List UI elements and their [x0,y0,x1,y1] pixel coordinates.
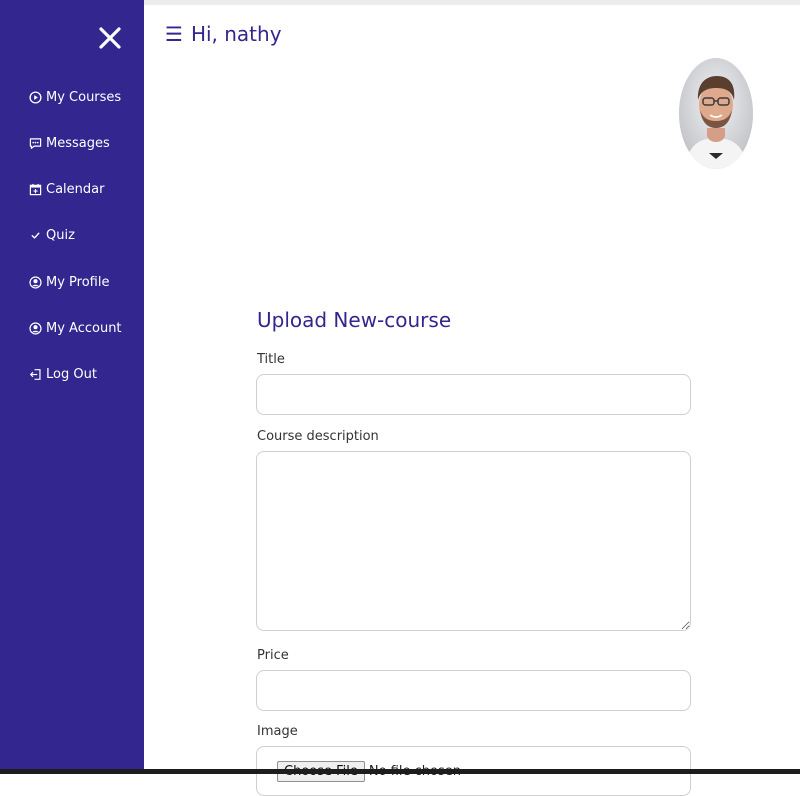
sidebar-item-quiz[interactable]: Quiz [28,225,122,247]
sidebar: My Courses Messages Calendar Quiz My Pro… [0,0,144,774]
sidebar-nav: My Courses Messages Calendar Quiz My Pro… [28,86,122,410]
close-icon[interactable] [96,24,124,52]
sidebar-item-label: Messages [46,135,110,151]
greeting-text: Hi, nathy [190,22,282,46]
menu-icon[interactable]: ☰ [165,22,183,46]
play-circle-icon [28,90,42,104]
avatar[interactable] [679,58,753,169]
sidebar-item-label: Calendar [46,182,105,198]
sidebar-item-label: My Account [46,320,122,336]
upload-course-form: Upload New-course Title Course descripti… [256,308,691,796]
bottom-bar [0,769,800,774]
price-input[interactable] [256,670,691,711]
calendar-icon [28,183,42,197]
price-label: Price [257,648,289,663]
sidebar-item-my-profile[interactable]: My Profile [28,271,122,293]
title-input[interactable] [256,374,691,415]
sidebar-item-messages[interactable]: Messages [28,132,122,154]
title-label: Title [257,352,285,367]
sidebar-item-label: Log Out [46,367,97,383]
sidebar-item-my-account[interactable]: My Account [28,317,122,339]
description-textarea[interactable] [256,451,691,631]
description-label: Course description [257,429,379,444]
sidebar-item-label: My Courses [46,89,122,105]
sidebar-item-my-courses[interactable]: My Courses [28,86,122,108]
form-title: Upload New-course [257,308,452,332]
image-label: Image [257,724,298,739]
sidebar-item-label: Quiz [46,228,75,244]
user-circle-icon [28,321,42,335]
page-header: ☰ Hi, nathy [165,22,282,46]
logout-icon [28,368,42,382]
sidebar-item-calendar[interactable]: Calendar [28,179,122,201]
sidebar-item-label: My Profile [46,274,110,290]
user-circle-icon [28,275,42,289]
chat-icon [28,136,42,150]
check-icon [28,229,42,243]
top-strip [144,0,800,5]
sidebar-item-log-out[interactable]: Log Out [28,364,122,386]
